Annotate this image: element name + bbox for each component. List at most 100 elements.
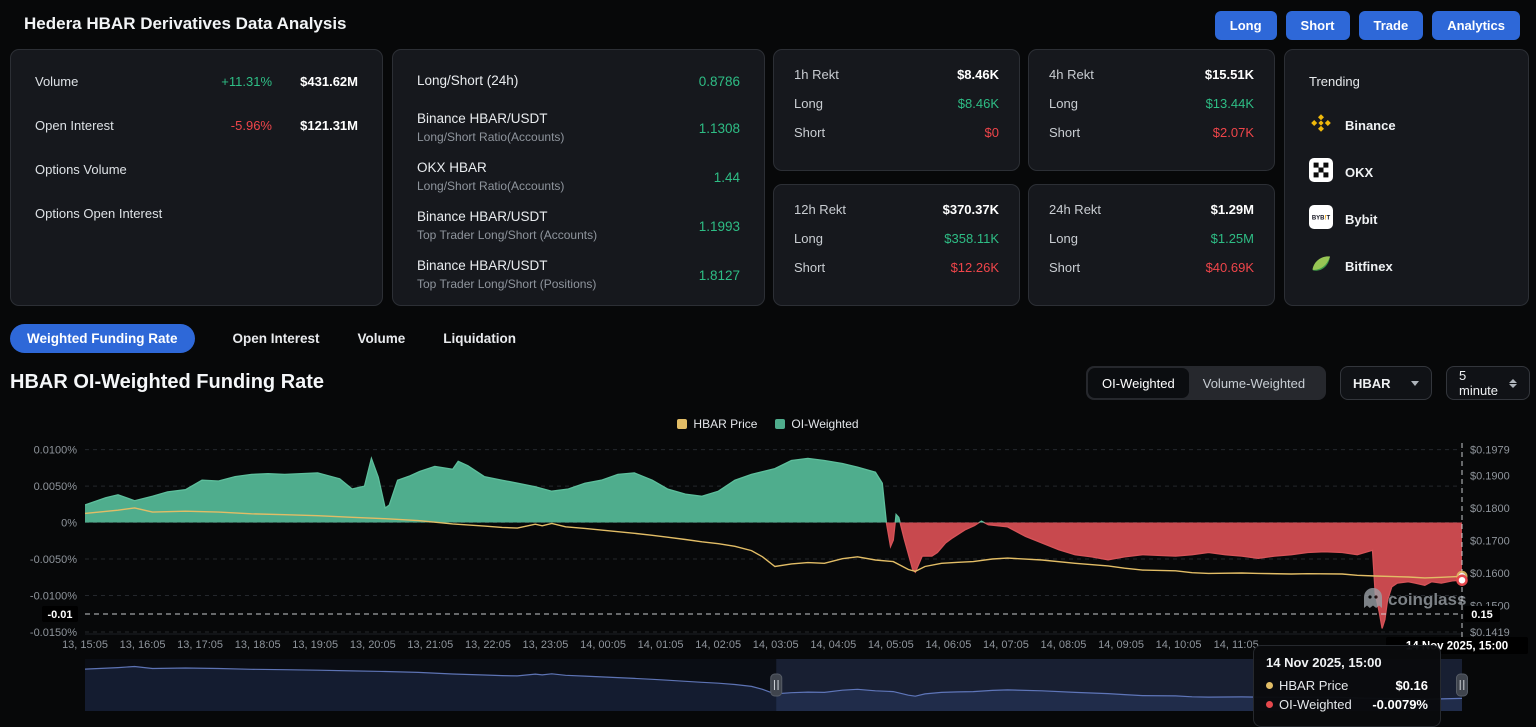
weighting-segmented-control: OI-Weighted Volume-Weighted: [1086, 366, 1326, 400]
bitfinex-icon: [1309, 252, 1333, 281]
datazoom-handle[interactable]: [1457, 674, 1468, 696]
ls-sublabel: Long/Short Ratio(Accounts): [417, 179, 564, 193]
interval-select[interactable]: 5 minute: [1446, 366, 1530, 400]
trending-item-okx[interactable]: OKX: [1309, 160, 1504, 184]
trending-item-label: OKX: [1345, 165, 1373, 180]
legend-item-price[interactable]: HBAR Price: [677, 417, 757, 431]
rekt-total: $370.37K: [943, 202, 999, 217]
ls-row: Long/Short (24h) 0.8786: [417, 72, 740, 90]
chevron-down-icon: [1411, 381, 1419, 386]
rekt-short-value: $2.07K: [1213, 125, 1254, 140]
open-interest-change: -5.96%: [192, 118, 272, 133]
rekt-title: 4h Rekt: [1049, 67, 1094, 82]
legend-item-oi-weighted[interactable]: OI-Weighted: [775, 417, 858, 431]
long-button[interactable]: Long: [1215, 11, 1277, 40]
svg-text:0.0050%: 0.0050%: [34, 481, 78, 493]
ls-sublabel: Long/Short Ratio(Accounts): [417, 130, 564, 144]
trade-button[interactable]: Trade: [1359, 11, 1424, 40]
svg-text:14, 04:05: 14, 04:05: [810, 639, 856, 651]
trending-title: Trending: [1309, 74, 1504, 89]
chart-legend: HBAR Price OI-Weighted: [0, 417, 1536, 431]
svg-text:14, 06:05: 14, 06:05: [925, 639, 971, 651]
svg-text:13, 20:05: 13, 20:05: [350, 639, 396, 651]
market-stats-card: Volume +11.31% $431.62M Open Interest -5…: [10, 49, 383, 306]
trending-item-binance[interactable]: Binance: [1309, 113, 1504, 137]
svg-text:13, 16:05: 13, 16:05: [120, 639, 166, 651]
symbol-select-value: HBAR: [1353, 376, 1391, 391]
ls-sublabel: Top Trader Long/Short (Accounts): [417, 228, 597, 242]
svg-text:0.0100%: 0.0100%: [34, 445, 78, 457]
rekt-short-value: $12.26K: [951, 260, 999, 275]
segment-volume-weighted[interactable]: Volume-Weighted: [1189, 368, 1319, 398]
trending-item-bitfinex[interactable]: Bitfinex: [1309, 254, 1504, 278]
price-swatch: [677, 419, 687, 429]
options-open-interest-row: Options Open Interest: [35, 206, 358, 221]
rekt-card-24h: 24h Rekt$1.29M Long$1.25M Short$40.69K: [1028, 184, 1275, 306]
ls-label: Binance HBAR/USDT: [417, 208, 597, 226]
tab-open-interest[interactable]: Open Interest: [233, 331, 320, 346]
svg-text:13, 22:05: 13, 22:05: [465, 639, 511, 651]
rekt-short-label: Short: [1049, 260, 1080, 275]
rekt-total: $8.46K: [957, 67, 999, 82]
datazoom-handle[interactable]: [771, 674, 782, 696]
ls-row: Binance HBAR/USDT Top Trader Long/Short (…: [417, 208, 740, 244]
svg-text:0.15: 0.15: [1471, 609, 1492, 621]
rekt-title: 24h Rekt: [1049, 202, 1101, 217]
svg-text:14, 03:05: 14, 03:05: [753, 639, 799, 651]
rekt-title: 1h Rekt: [794, 67, 839, 82]
tooltip-series-value: -0.0079%: [1372, 697, 1428, 712]
analytics-button[interactable]: Analytics: [1432, 11, 1520, 40]
svg-text:13, 19:05: 13, 19:05: [292, 639, 338, 651]
tab-volume[interactable]: Volume: [358, 331, 406, 346]
tooltip-series-name: OI-Weighted: [1279, 697, 1352, 712]
trending-item-label: Bitfinex: [1345, 259, 1393, 274]
segment-oi-weighted[interactable]: OI-Weighted: [1088, 368, 1189, 398]
svg-text:coinglass: coinglass: [1388, 590, 1466, 609]
svg-text:$0.1800: $0.1800: [1470, 503, 1510, 515]
svg-text:BYB!T: BYB!T: [1312, 215, 1331, 221]
options-volume-row: Options Volume: [35, 162, 358, 177]
ls-sublabel: Top Trader Long/Short (Positions): [417, 277, 596, 291]
header-buttons: Long Short Trade Analytics: [1215, 11, 1520, 40]
tab-liquidation[interactable]: Liquidation: [443, 331, 516, 346]
chart-tooltip: 14 Nov 2025, 15:00 HBAR Price $0.16 OI-W…: [1253, 645, 1441, 727]
ls-label: Binance HBAR/USDT: [417, 257, 596, 275]
page-title: Hedera HBAR Derivatives Data Analysis: [24, 14, 347, 34]
svg-text:13, 15:05: 13, 15:05: [62, 639, 108, 651]
options-volume-label: Options Volume: [35, 162, 127, 177]
ls-value: 1.44: [714, 170, 740, 185]
rekt-short-label: Short: [1049, 125, 1080, 140]
rekt-long-value: $358.11K: [944, 231, 999, 246]
tab-weighted-funding-rate[interactable]: Weighted Funding Rate: [10, 324, 195, 353]
svg-text:-0.0050%: -0.0050%: [30, 554, 77, 566]
svg-text:13, 23:05: 13, 23:05: [523, 639, 569, 651]
trending-item-bybit[interactable]: BYB!T Bybit: [1309, 207, 1504, 231]
svg-text:14, 10:05: 14, 10:05: [1156, 639, 1202, 651]
price-dot-icon: [1266, 682, 1273, 689]
trending-card: Trending Binance OKX BYB!T Bybit Bitfine…: [1284, 49, 1529, 306]
ls-label: Long/Short (24h): [417, 72, 518, 90]
svg-text:14, 07:05: 14, 07:05: [983, 639, 1029, 651]
bybit-icon: BYB!T: [1309, 205, 1333, 234]
rekt-card-4h: 4h Rekt$15.51K Long$13.44K Short$2.07K: [1028, 49, 1275, 171]
rekt-long-label: Long: [1049, 96, 1078, 111]
oi-weighted-swatch: [775, 419, 785, 429]
volume-row: Volume +11.31% $431.62M: [35, 74, 358, 89]
rekt-long-value: $1.25M: [1211, 231, 1254, 246]
volume-change: +11.31%: [192, 74, 272, 89]
legend-label: OI-Weighted: [791, 417, 858, 431]
options-open-interest-label: Options Open Interest: [35, 206, 162, 221]
svg-text:$0.1700: $0.1700: [1470, 535, 1510, 547]
svg-text:0%: 0%: [61, 518, 77, 530]
trending-item-label: Bybit: [1345, 212, 1378, 227]
updown-icon: [1509, 379, 1517, 388]
open-interest-row: Open Interest -5.96% $121.31M: [35, 118, 358, 133]
svg-text:-0.01: -0.01: [47, 609, 72, 621]
tooltip-series-name: HBAR Price: [1279, 678, 1348, 693]
okx-icon: [1309, 158, 1333, 187]
rekt-long-value: $8.46K: [958, 96, 999, 111]
ls-value: 1.8127: [699, 268, 740, 283]
symbol-select[interactable]: HBAR: [1340, 366, 1432, 400]
short-button[interactable]: Short: [1286, 11, 1350, 40]
app-root: Hedera HBAR Derivatives Data Analysis Lo…: [0, 0, 1536, 727]
